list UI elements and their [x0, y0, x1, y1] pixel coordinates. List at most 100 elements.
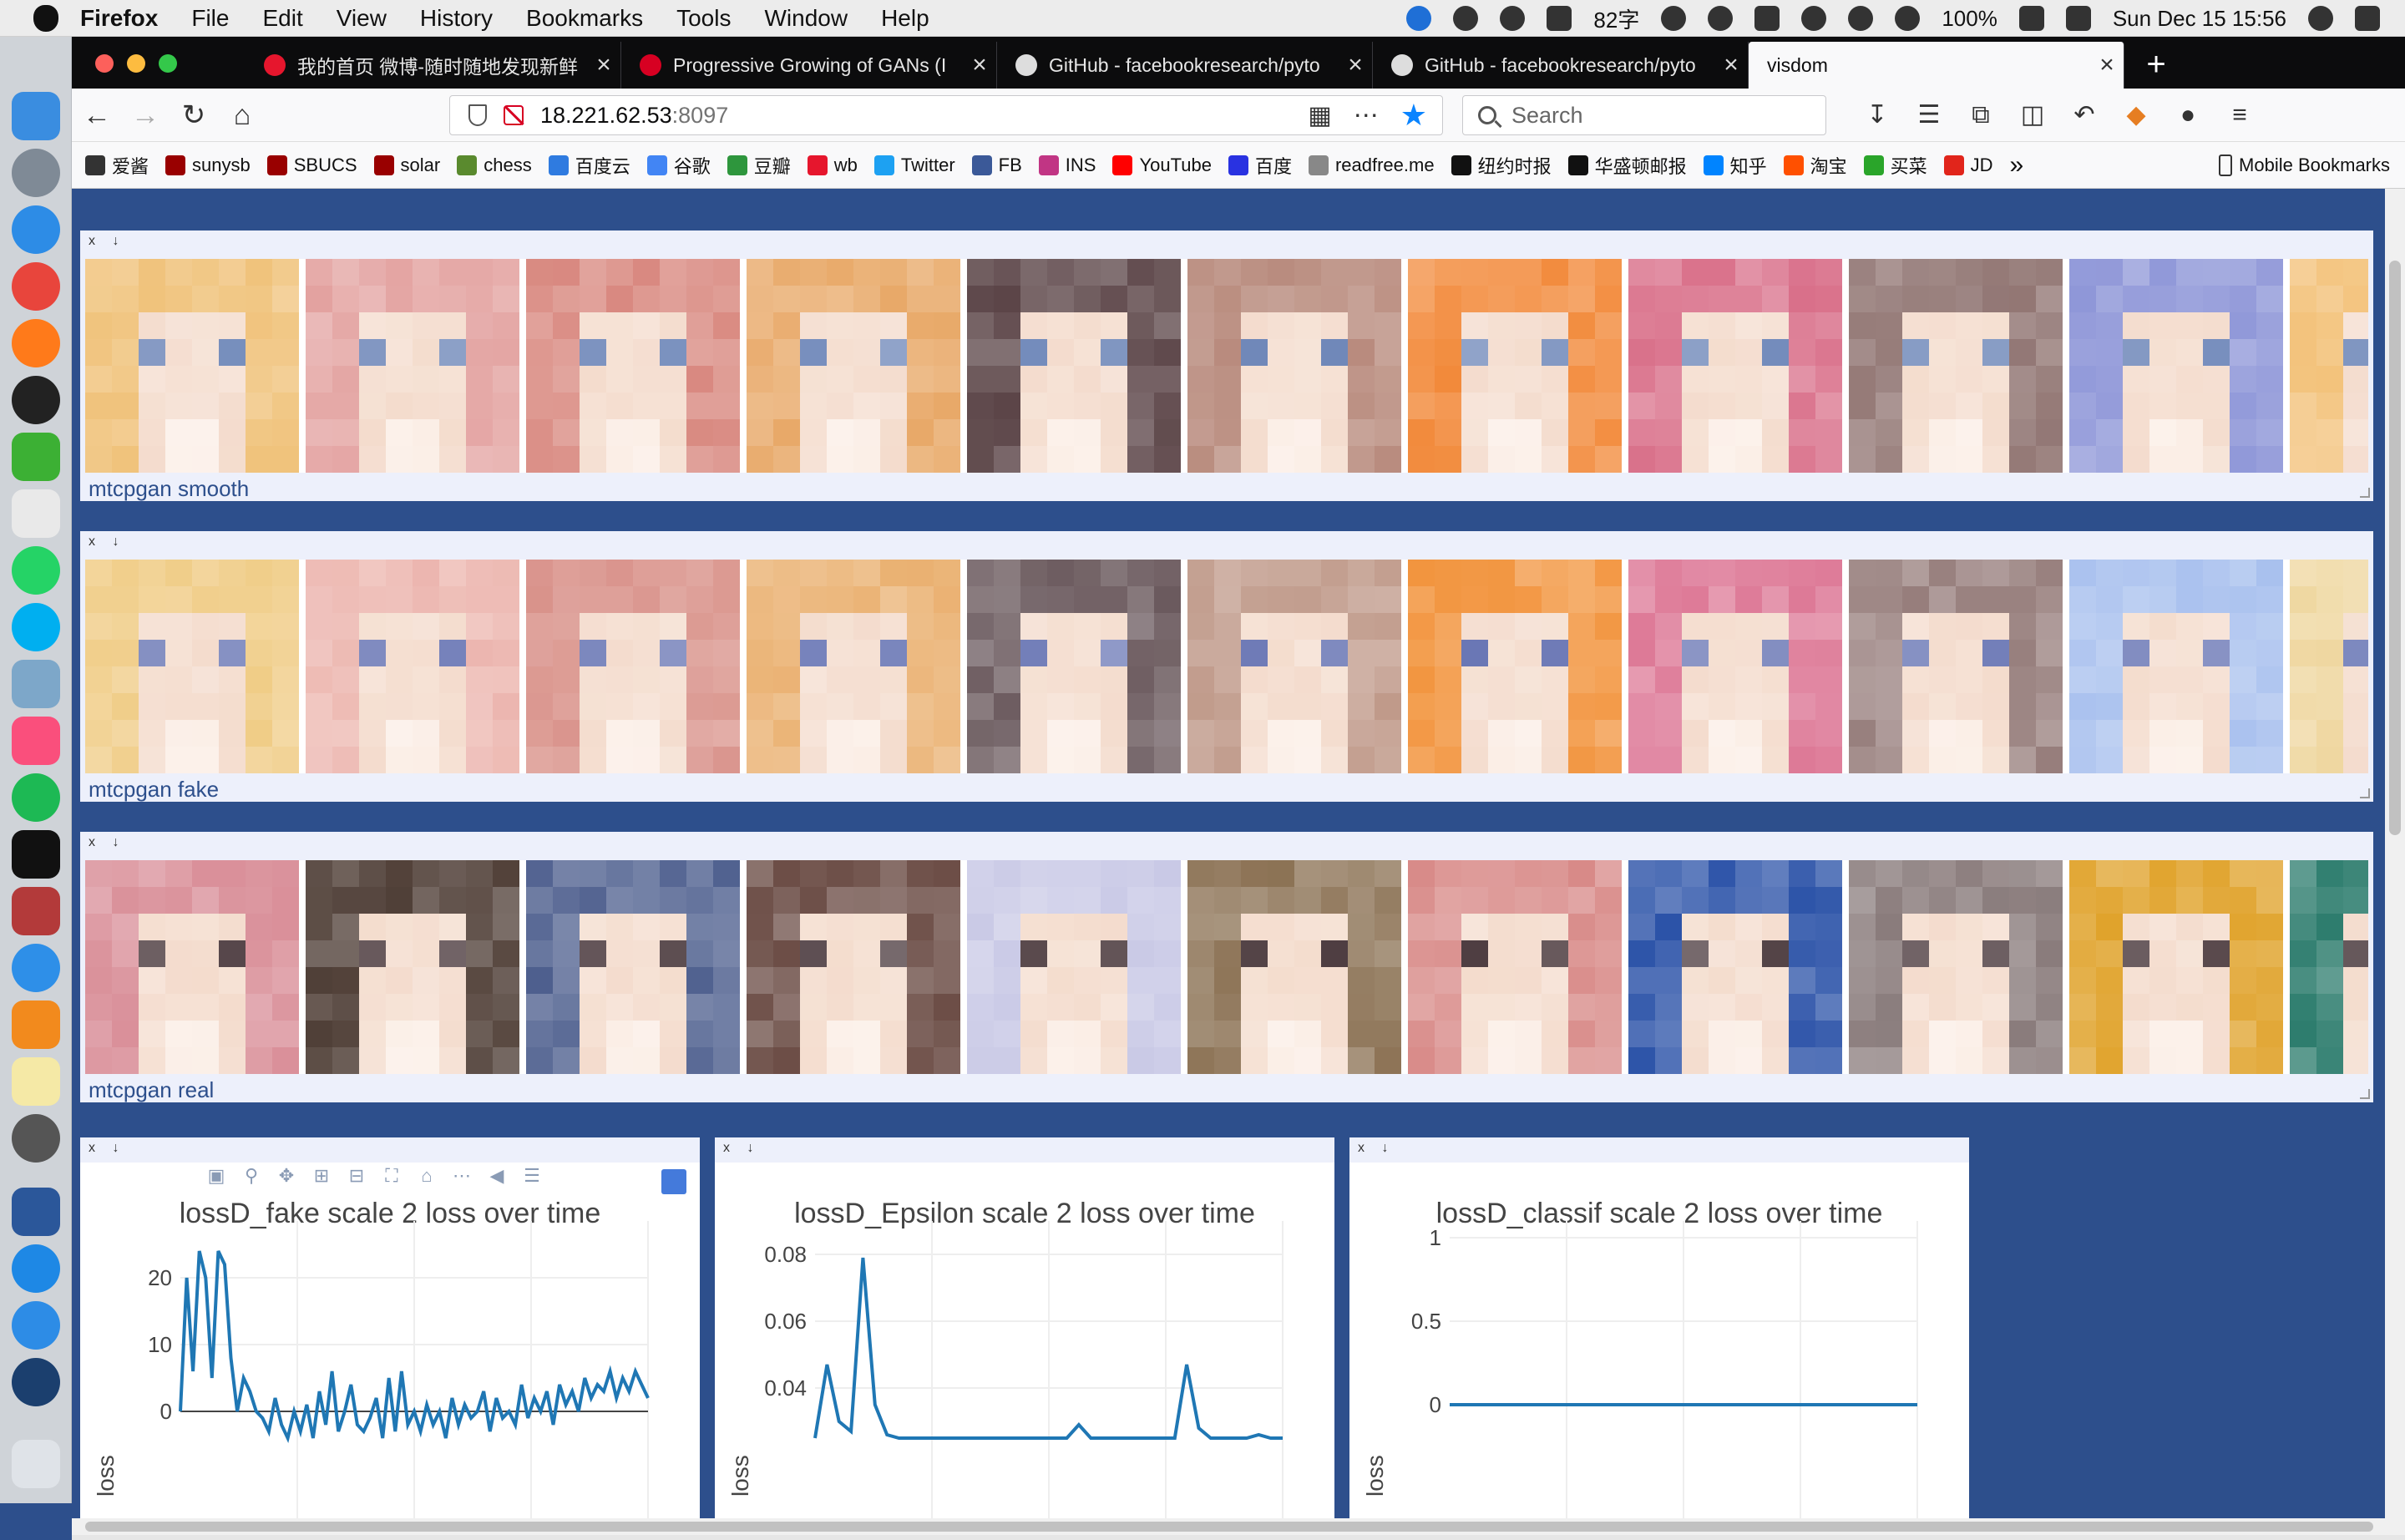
display-status-icon[interactable] — [1547, 6, 1572, 31]
chrome-icon[interactable] — [12, 262, 60, 311]
close-tab-icon[interactable]: × — [2090, 51, 2124, 79]
url-bar[interactable]: 18.221.62.53 :8097 ▦ ⋯ ★ — [449, 95, 1443, 135]
battery-icon[interactable] — [2018, 6, 2044, 31]
bookmark-item[interactable]: FB — [971, 155, 1022, 176]
pane-controls[interactable]: x ↓ — [1349, 1137, 1969, 1163]
qr-code-icon[interactable]: ▦ — [1308, 101, 1331, 130]
hamburger-menu-icon[interactable]: ≡ — [2221, 97, 2258, 134]
check-status-icon[interactable] — [1500, 6, 1526, 31]
notification-bell-icon[interactable] — [1708, 6, 1734, 31]
home-button[interactable]: ⌂ — [224, 97, 261, 134]
qq-icon[interactable] — [12, 376, 60, 424]
hover-compare-icon[interactable]: ☰ — [521, 1166, 543, 1186]
pane-controls[interactable]: x ↓ — [80, 832, 2373, 855]
skype-icon[interactable] — [12, 603, 60, 651]
bookmark-item[interactable]: 知乎 — [1703, 152, 1767, 179]
insecure-connection-icon[interactable] — [504, 105, 524, 125]
autoscale-icon[interactable]: ⛶ — [381, 1166, 403, 1186]
reload-button[interactable]: ↻ — [175, 97, 212, 134]
bookmark-item[interactable]: 豆瓣 — [727, 152, 791, 179]
quicktime-icon[interactable] — [12, 1358, 60, 1406]
menu-edit[interactable]: Edit — [262, 5, 302, 32]
slack-icon[interactable] — [12, 489, 60, 538]
bluetooth-icon[interactable] — [1848, 6, 1874, 31]
finder-icon[interactable] — [12, 92, 60, 140]
loss-chart-lossd-fake[interactable]: lossD_fake scale 2 loss over time 0 10 20 lo… — [80, 1163, 700, 1518]
resize-handle-icon[interactable] — [2360, 788, 2370, 798]
spotlight-search-icon[interactable] — [2308, 6, 2333, 31]
forward-button[interactable]: → — [127, 97, 164, 134]
bookmark-item[interactable]: SBUCS — [266, 155, 357, 176]
cursor-status-icon[interactable] — [1661, 6, 1687, 31]
menu-bookmarks[interactable]: Bookmarks — [526, 5, 643, 32]
bookmark-item[interactable]: readfree.me — [1308, 155, 1435, 176]
pane-controls[interactable]: x ↓ — [715, 1137, 1334, 1163]
hover-closest-icon[interactable]: ◀ — [486, 1166, 508, 1186]
search-bar[interactable]: Search — [1462, 95, 1826, 135]
camera-icon[interactable]: ▣ — [205, 1166, 227, 1186]
library-icon[interactable]: ☰ — [1911, 97, 1947, 134]
notes-icon[interactable] — [12, 1057, 60, 1106]
wifi-icon[interactable] — [1895, 6, 1921, 31]
time-machine-icon[interactable] — [1801, 6, 1827, 31]
tab-weibo[interactable]: 我的首页 微博-随时随地发现新鲜 × — [246, 42, 621, 89]
resize-handle-icon[interactable] — [2360, 1089, 2370, 1099]
menu-window[interactable]: Window — [764, 5, 848, 32]
spike-lines-icon[interactable]: ⋯ — [451, 1166, 473, 1186]
menu-help[interactable]: Help — [881, 5, 929, 32]
bookmark-item[interactable]: solar — [373, 155, 440, 176]
bookmark-item[interactable]: sunysb — [165, 155, 251, 176]
zoom-in-icon[interactable]: ⊞ — [311, 1166, 332, 1186]
horizontal-scrollbar[interactable] — [72, 1518, 2405, 1535]
spotify-icon[interactable] — [12, 773, 60, 822]
close-window-button[interactable] — [95, 54, 114, 73]
bookmark-item[interactable]: 爱酱 — [85, 152, 149, 179]
mobile-bookmarks-folder[interactable]: Mobile Bookmarks — [2219, 142, 2390, 189]
bookmark-star-icon[interactable]: ★ — [1400, 98, 1427, 133]
scrollbar-thumb[interactable] — [2389, 261, 2401, 835]
battery-percent[interactable]: 100% — [1942, 6, 1997, 32]
downloads-icon[interactable]: ↧ — [1859, 97, 1896, 134]
music-icon[interactable] — [12, 717, 60, 765]
bookmark-item[interactable]: 百度 — [1228, 152, 1292, 179]
pane-controls[interactable]: x ↓ — [80, 230, 2373, 254]
new-tab-button[interactable]: + — [2131, 42, 2181, 89]
sidebar-icon[interactable]: ◫ — [2014, 97, 2051, 134]
wechat-icon[interactable] — [12, 433, 60, 481]
zoom-window-button[interactable] — [159, 54, 177, 73]
screenshot-crop-icon[interactable]: ⧉ — [1962, 97, 1999, 134]
loss-chart-lossd-classif[interactable]: lossD_classif scale 2 loss over time 0 0.5… — [1349, 1163, 1969, 1518]
bookmark-item[interactable]: chess — [457, 155, 532, 176]
pane-controls[interactable]: x ↓ — [80, 531, 2373, 555]
tracking-protection-icon[interactable] — [468, 104, 487, 126]
app-icon[interactable] — [12, 944, 60, 992]
bookmark-item[interactable]: 淘宝 — [1783, 152, 1847, 179]
bookmark-item[interactable]: INS — [1038, 155, 1096, 176]
menu-file[interactable]: File — [191, 5, 229, 32]
grid-status-icon[interactable] — [1754, 6, 1780, 31]
vertical-scrollbar[interactable] — [2385, 189, 2405, 1518]
bookmark-item[interactable]: Twitter — [873, 155, 955, 176]
menu-view[interactable]: View — [337, 5, 387, 32]
firefox-icon[interactable] — [12, 319, 60, 367]
menu-history[interactable]: History — [420, 5, 493, 32]
zoom-icon[interactable]: ⚲ — [240, 1166, 262, 1186]
loss-chart-lossd-epsilon[interactable]: lossD_Epsilon scale 2 loss over time 0.04… — [715, 1163, 1334, 1518]
pane-controls[interactable]: x ↓ — [80, 1137, 700, 1163]
pan-icon[interactable]: ✥ — [276, 1166, 297, 1186]
teamviewer-status-icon[interactable] — [1406, 6, 1432, 31]
tab-github-2[interactable]: GitHub - facebookresearch/pyto × — [1373, 42, 1749, 89]
whatsapp-icon[interactable] — [12, 546, 60, 595]
teamviewer-second-icon[interactable] — [12, 1301, 60, 1350]
menubar-clock[interactable]: Sun Dec 15 15:56 — [2113, 6, 2286, 32]
teamviewer-icon[interactable] — [12, 205, 60, 254]
back-button[interactable]: ← — [78, 97, 115, 134]
tab-github-1[interactable]: GitHub - facebookresearch/pyto × — [997, 42, 1373, 89]
resize-handle-icon[interactable] — [2360, 488, 2370, 498]
close-tab-icon[interactable]: × — [963, 51, 996, 79]
system-preferences-icon[interactable] — [12, 1114, 60, 1163]
tab-visdom[interactable]: visdom × — [1749, 42, 2124, 89]
bookmark-item[interactable]: 百度云 — [548, 152, 630, 179]
bookmark-item[interactable]: YouTube — [1112, 155, 1212, 176]
bookmark-item[interactable]: wb — [807, 155, 858, 176]
